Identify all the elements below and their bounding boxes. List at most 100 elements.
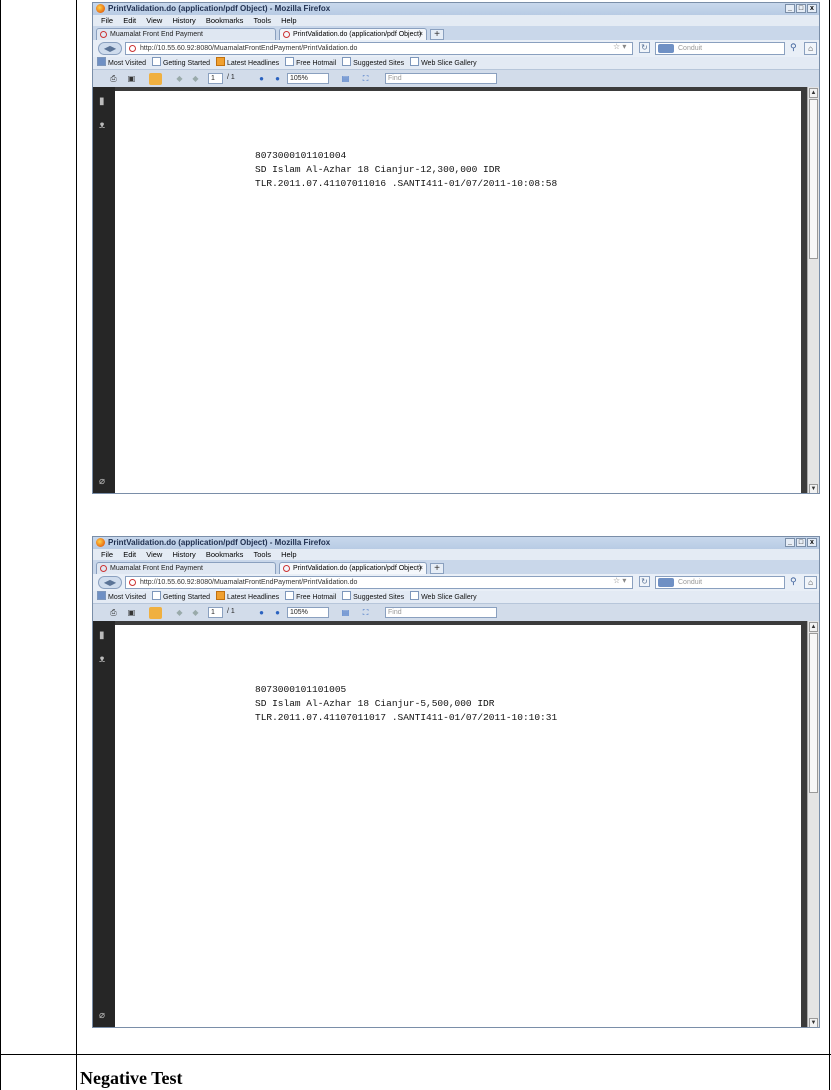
menu-edit[interactable]: Edit	[123, 16, 136, 25]
scroll-up-icon[interactable]: ▲	[809, 88, 818, 98]
fit-page-icon[interactable]: ⛶	[359, 607, 372, 619]
menu-bookmarks[interactable]: Bookmarks	[206, 16, 244, 25]
search-input[interactable]: Conduit	[655, 576, 785, 589]
pdf-viewer: ▮ ᴥ ⌀ 8073000101101005 SD Islam Al-Azhar …	[93, 621, 819, 1027]
new-tab-button[interactable]: +	[430, 563, 444, 574]
scroll-down-icon[interactable]: ▼	[809, 484, 818, 493]
vertical-scrollbar[interactable]: ▲ ▼	[807, 621, 819, 1027]
zoom-out-icon[interactable]: ●	[255, 73, 268, 85]
bookmark-label: Most Visited	[108, 594, 146, 601]
page-number-input[interactable]: 1	[208, 73, 223, 84]
search-input[interactable]: Conduit	[655, 42, 785, 55]
menu-help[interactable]: Help	[281, 16, 296, 25]
tab-print-validation[interactable]: PrintValidation.do (application/pdf Obje…	[279, 28, 427, 40]
scroll-thumb[interactable]	[809, 633, 818, 793]
attachment-icon[interactable]: ⌀	[99, 477, 108, 487]
previous-page-icon[interactable]: ◆	[173, 607, 186, 619]
share-icon[interactable]	[149, 607, 162, 619]
attachment-icon[interactable]: ⌀	[99, 1011, 108, 1021]
scroll-down-icon[interactable]: ▼	[809, 1018, 818, 1027]
previous-page-icon[interactable]: ◆	[173, 73, 186, 85]
menu-bar: File Edit View History Bookmarks Tools H…	[93, 15, 819, 26]
bookmark-label: Web Slice Gallery	[421, 60, 477, 67]
new-tab-button[interactable]: +	[430, 29, 444, 40]
bookmark-star-icon[interactable]: ☆ ▾	[613, 576, 626, 585]
find-input[interactable]: Find	[385, 73, 497, 84]
firefox-logo-icon	[96, 4, 105, 13]
zoom-select[interactable]: 105%	[287, 607, 329, 618]
tab-muamalat[interactable]: Muamalat Front End Payment	[96, 562, 276, 574]
next-page-icon[interactable]: ◆	[189, 73, 202, 85]
bookmark-label: Most Visited	[108, 60, 146, 67]
scroll-thumb[interactable]	[809, 99, 818, 259]
next-page-icon[interactable]: ◆	[189, 607, 202, 619]
search-icon[interactable]: ⚲	[790, 42, 797, 53]
menu-file[interactable]: File	[101, 16, 113, 25]
search-engine-icon[interactable]	[658, 44, 674, 53]
save-icon[interactable]: ▣	[125, 73, 138, 85]
zoom-out-icon[interactable]: ●	[255, 607, 268, 619]
vertical-scrollbar[interactable]: ▲ ▼	[807, 87, 819, 493]
menu-history[interactable]: History	[172, 16, 195, 25]
bookmark-icon	[342, 591, 352, 600]
search-placeholder: Conduit	[678, 579, 703, 586]
page-icon	[283, 31, 290, 38]
menu-bookmarks[interactable]: Bookmarks	[206, 550, 244, 559]
receipt-line: 8073000101101004	[255, 150, 347, 161]
bookmark-icon	[285, 57, 295, 66]
close-button[interactable]: x	[807, 4, 817, 13]
bookmark-star-icon[interactable]: ☆ ▾	[613, 42, 626, 51]
menu-history[interactable]: History	[172, 550, 195, 559]
reload-button[interactable]: ↻	[639, 42, 650, 53]
menu-tools[interactable]: Tools	[253, 16, 271, 25]
fit-width-icon[interactable]: ▤	[339, 607, 352, 619]
menu-edit[interactable]: Edit	[123, 550, 136, 559]
maximize-button[interactable]: □	[796, 538, 806, 547]
search-engine-icon[interactable]	[658, 578, 674, 587]
close-button[interactable]: x	[807, 538, 817, 547]
back-forward-button[interactable]: ◀▶	[98, 576, 122, 589]
share-icon[interactable]	[149, 73, 162, 85]
home-button[interactable]: ⌂	[804, 576, 817, 589]
print-icon[interactable]: ⎙	[107, 73, 120, 85]
reload-button[interactable]: ↻	[639, 576, 650, 587]
bookmark-label: Web Slice Gallery	[421, 594, 477, 601]
home-button[interactable]: ⌂	[804, 42, 817, 55]
print-icon[interactable]: ⎙	[107, 607, 120, 619]
menu-tools[interactable]: Tools	[253, 550, 271, 559]
maximize-button[interactable]: □	[796, 4, 806, 13]
zoom-in-icon[interactable]: ●	[271, 607, 284, 619]
tab-print-validation[interactable]: PrintValidation.do (application/pdf Obje…	[279, 562, 427, 574]
binoculars-icon[interactable]: ᴥ	[99, 121, 108, 131]
fit-page-icon[interactable]: ⛶	[359, 73, 372, 85]
scroll-up-icon[interactable]: ▲	[809, 622, 818, 632]
pdf-page: 8073000101101005 SD Islam Al-Azhar 18 Cia…	[115, 625, 801, 1027]
zoom-in-icon[interactable]: ●	[271, 73, 284, 85]
search-icon[interactable]: ⚲	[790, 576, 797, 587]
menu-view[interactable]: View	[146, 550, 162, 559]
pdf-viewer: ▮ ᴥ ⌀ 8073000101101004 SD Islam Al-Azhar …	[93, 87, 819, 493]
bookmark-label: Latest Headlines	[227, 60, 280, 67]
minimize-button[interactable]: _	[785, 4, 795, 13]
menu-view[interactable]: View	[146, 16, 162, 25]
zoom-select[interactable]: 105%	[287, 73, 329, 84]
bookmark-label: Getting Started	[162, 60, 211, 67]
tab-muamalat[interactable]: Muamalat Front End Payment	[96, 28, 276, 40]
fit-width-icon[interactable]: ▤	[339, 73, 352, 85]
url-input[interactable]: http://10.55.60.92:8080/MuamalatFrontEnd…	[125, 42, 633, 55]
title-bar: PrintValidation.do (application/pdf Obje…	[93, 3, 819, 15]
minimize-button[interactable]: _	[785, 538, 795, 547]
find-input[interactable]: Find	[385, 607, 497, 618]
pages-icon[interactable]: ▮	[99, 97, 108, 107]
window-title: PrintValidation.do (application/pdf Obje…	[108, 4, 331, 13]
table-border-right	[829, 0, 830, 1090]
page-number-input[interactable]: 1	[208, 607, 223, 618]
save-icon[interactable]: ▣	[125, 607, 138, 619]
pages-icon[interactable]: ▮	[99, 631, 108, 641]
title-bar: PrintValidation.do (application/pdf Obje…	[93, 537, 819, 549]
back-forward-button[interactable]: ◀▶	[98, 42, 122, 55]
url-input[interactable]: http://10.55.60.92:8080/MuamalatFrontEnd…	[125, 576, 633, 589]
menu-file[interactable]: File	[101, 550, 113, 559]
binoculars-icon[interactable]: ᴥ	[99, 655, 108, 665]
menu-help[interactable]: Help	[281, 550, 296, 559]
